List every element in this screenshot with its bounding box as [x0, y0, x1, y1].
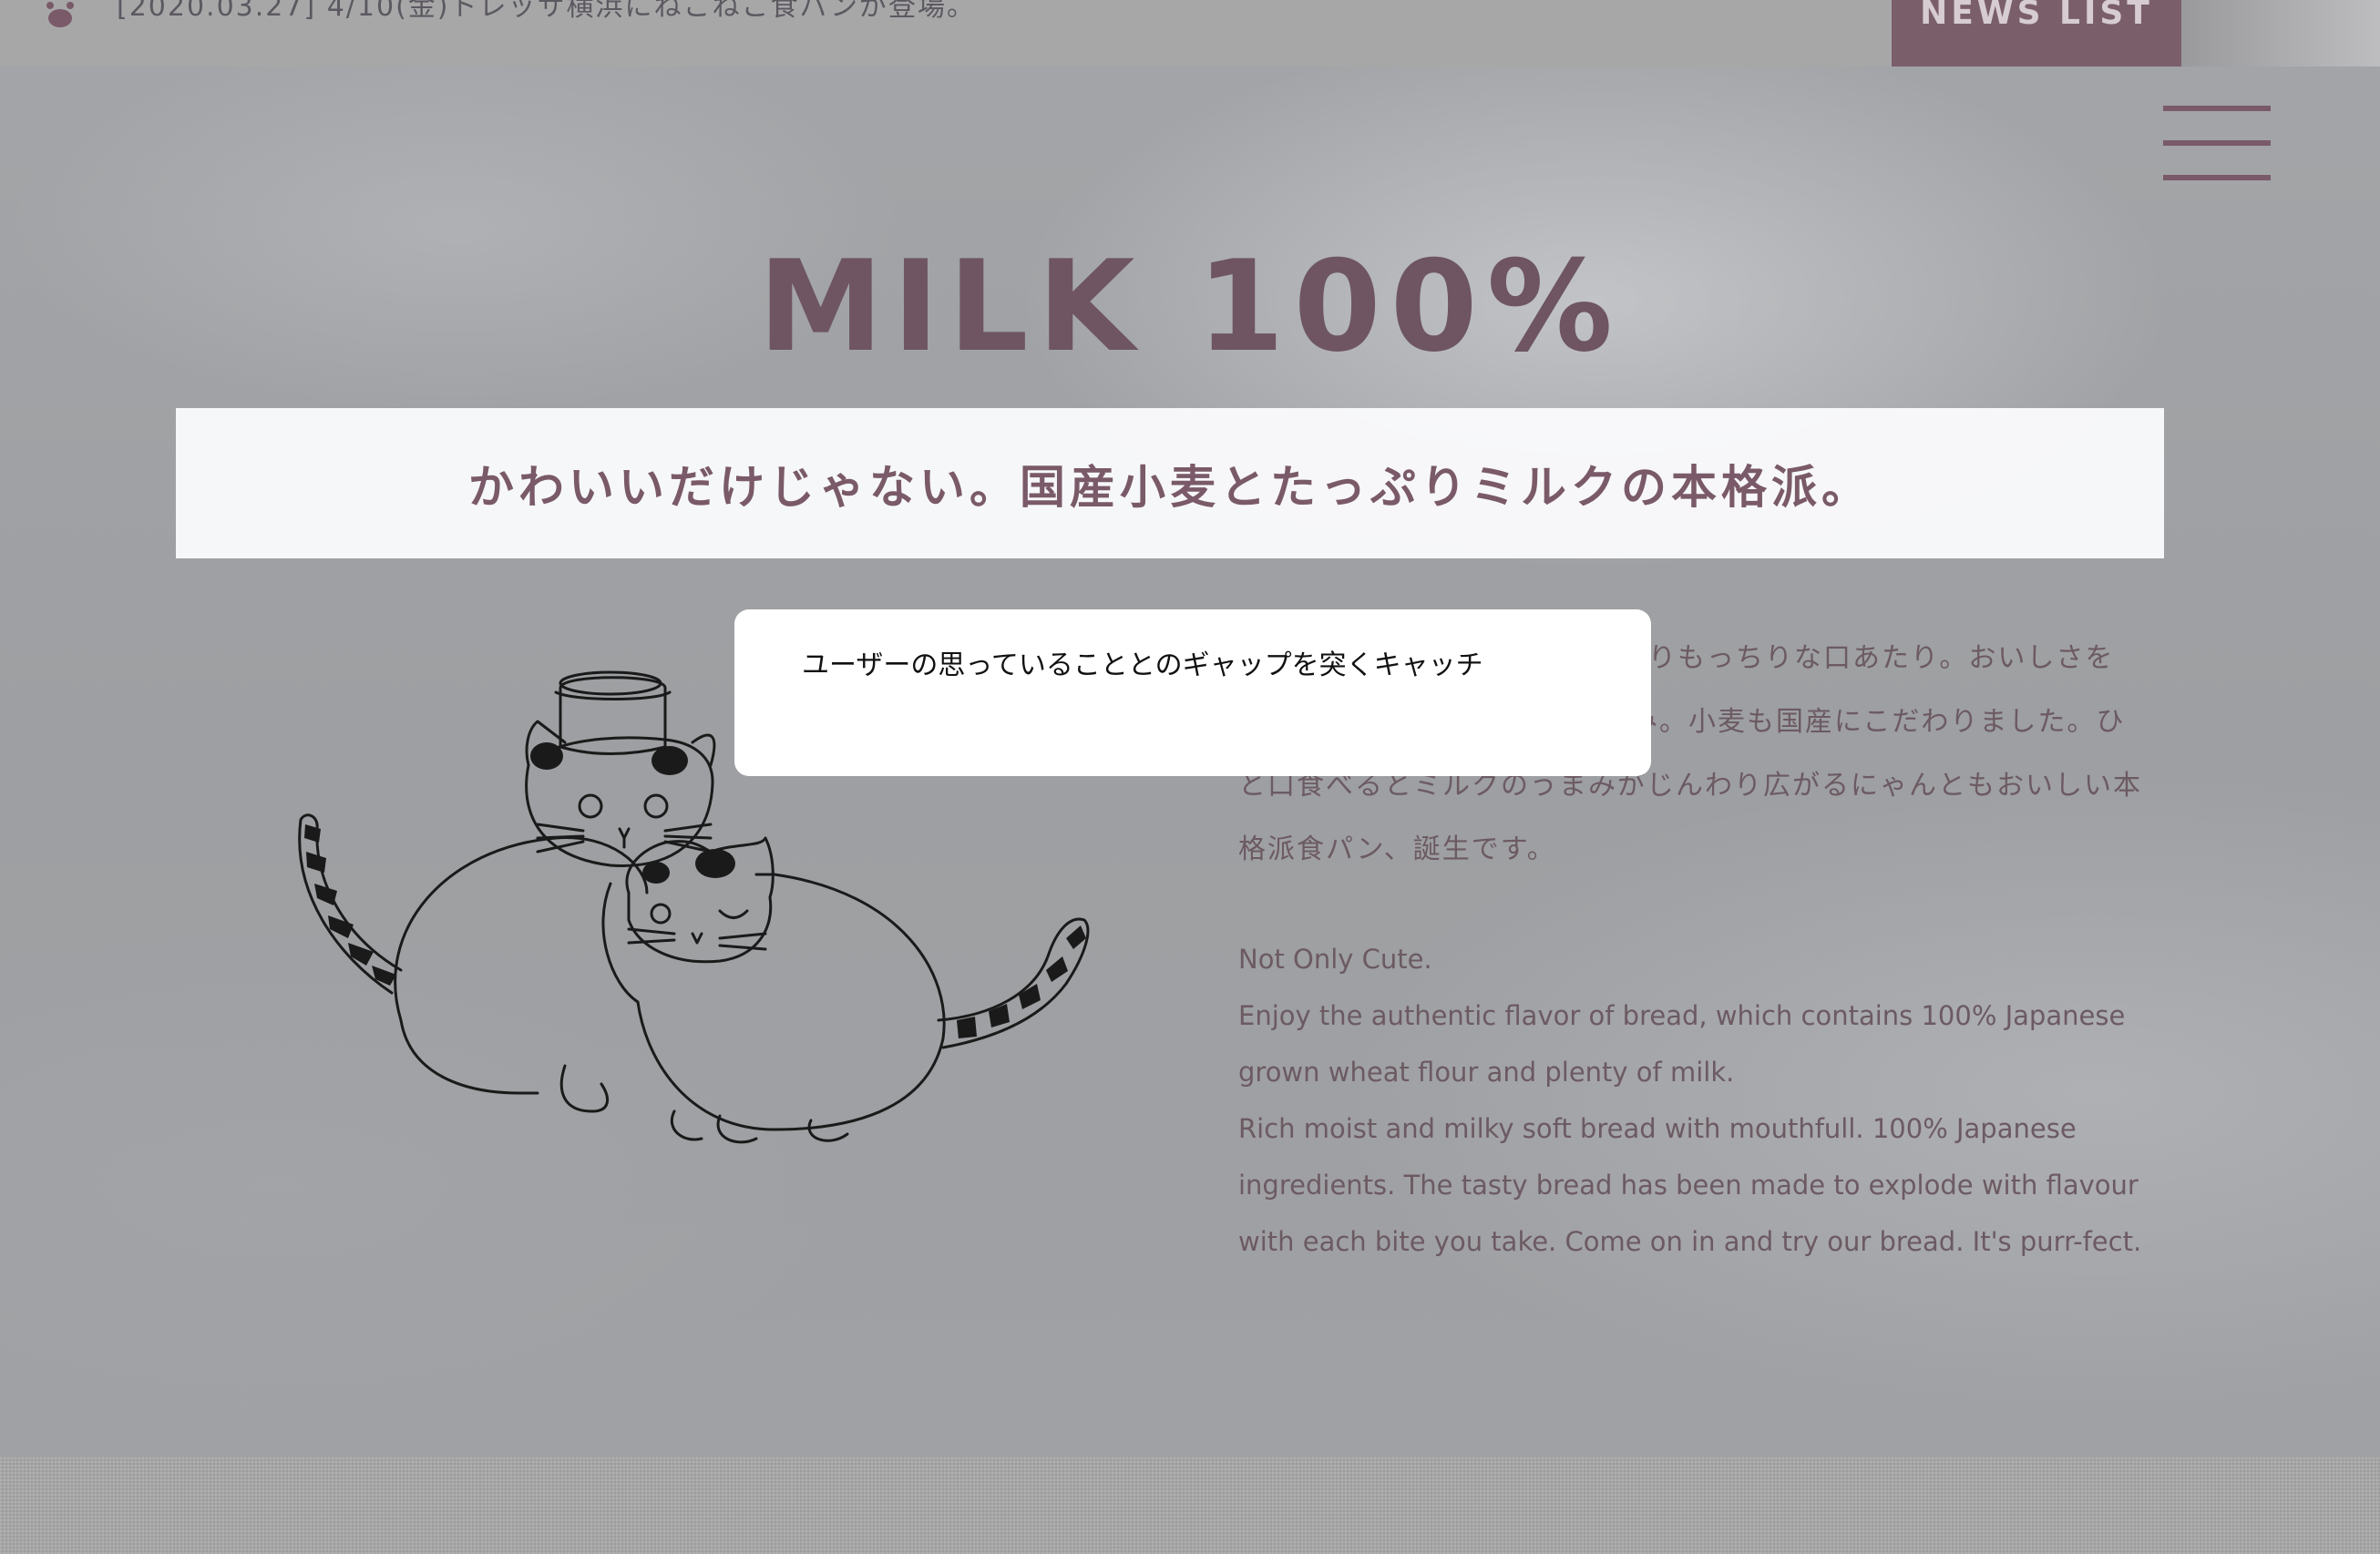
description-english: Not Only Cute. Enjoy the authentic flavo…	[1238, 931, 2177, 1270]
tagline-text: かわいいだけじゃない。国産小麦とたっぷりミルクの本格派。	[468, 460, 1872, 514]
topbar-right-panel	[2181, 0, 2380, 66]
jp-line: 格派食パン、誕生です。	[1238, 833, 1556, 865]
page-title: MILK 100%	[758, 233, 1622, 380]
menu-icon[interactable]	[2163, 106, 2271, 180]
news-ticker-bar: [2020.03.27] 4/10(金)トレッサ横浜にねこねこ食パンが登場。 N…	[0, 0, 2380, 66]
news-list-button[interactable]: NEWS LIST	[1892, 0, 2181, 66]
bottom-texture-strip	[0, 1457, 2380, 1554]
en-paragraph: Rich moist and milky soft bread with mou…	[1238, 1113, 2142, 1257]
paw-icon	[46, 2, 74, 27]
news-headline-link[interactable]: [2020.03.27] 4/10(金)トレッサ横浜にねこねこ食パンが登場。	[117, 0, 976, 24]
annotation-text: ユーザーの思っていることとのギャップを突くキャッチ	[802, 649, 1483, 681]
en-paragraph: Enjoy the authentic flavor of bread, whi…	[1238, 1000, 2126, 1088]
en-heading: Not Only Cute.	[1238, 944, 1432, 975]
tagline-band: かわいいだけじゃない。国産小麦とたっぷりミルクの本格派。	[176, 408, 2164, 558]
annotation-popup: ユーザーの思っていることとのギャップを突くキャッチ	[734, 609, 1651, 776]
